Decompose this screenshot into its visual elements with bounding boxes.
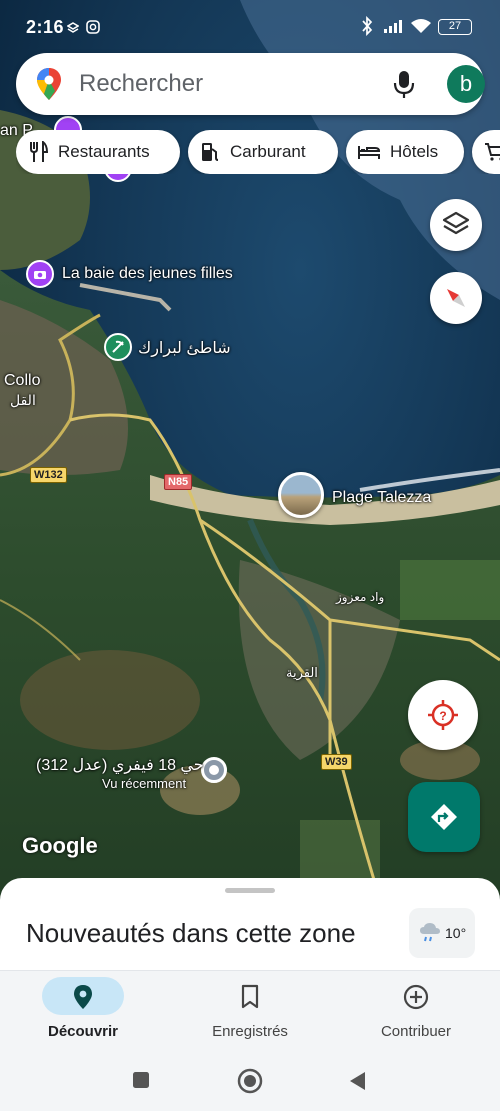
maps-pin-icon [37, 68, 61, 100]
recently-seen-marker[interactable] [201, 757, 227, 783]
battery-level: 27 [448, 20, 462, 32]
road-shield-n85: N85 [164, 474, 193, 490]
location-unknown-icon: ? [428, 700, 458, 730]
weather-chip[interactable]: 10° [409, 908, 475, 958]
sheet-title: Nouveautés dans cette zone [26, 918, 356, 948]
nav-label-contribute: Contribuer [380, 1023, 452, 1040]
search-bar[interactable]: Rechercher b [16, 53, 485, 115]
nav-saved[interactable]: Enregistrés [167, 971, 333, 1051]
bottom-sheet[interactable]: Nouveautés dans cette zone 10° [0, 878, 500, 978]
battery-indicator: 27 [438, 19, 472, 35]
chip-label-restaurants: Restaurants [58, 142, 150, 161]
my-location-button[interactable]: ? [408, 680, 478, 750]
nav-label-discover: Découvrir [47, 1023, 119, 1040]
chip-restaurants[interactable]: Restaurants [16, 130, 180, 174]
map-label-wad-ar: واد معزوز [336, 590, 385, 604]
fork-knife-icon [30, 141, 48, 162]
status-bar: 2:16 27 [0, 0, 500, 54]
map-label-plage[interactable]: Plage Talezza [332, 489, 431, 507]
directions-button[interactable] [408, 782, 480, 852]
wifi-icon [411, 19, 431, 33]
map-label-residence[interactable]: حي 18 فيفري (عدل 312) [36, 755, 204, 775]
recents-square-icon[interactable] [131, 1070, 151, 1090]
weather-temperature: 10° [445, 925, 467, 941]
map-label-seen: Vu récemment [102, 776, 187, 791]
camera-poi-icon[interactable] [26, 260, 54, 288]
location-pin-icon [74, 985, 92, 1009]
bookmark-icon [241, 984, 259, 1009]
chip-label-hotels: Hôtels [390, 142, 439, 161]
road-shield-w39: W39 [321, 754, 352, 770]
weather-rain-icon [420, 923, 440, 942]
nav-discover[interactable]: Découvrir [0, 971, 166, 1051]
system-navigation-bar [0, 1050, 500, 1111]
map-label-baie[interactable]: La baie des jeunes filles [62, 265, 233, 283]
microphone-icon[interactable] [392, 70, 416, 100]
beach-poi-icon[interactable] [104, 333, 132, 361]
chip-label-carburant: Carburant [230, 142, 306, 161]
map-label-village-ar: القرية [286, 665, 318, 680]
chip-shopping[interactable] [472, 130, 500, 174]
map-label-collo-ar: القل [10, 392, 36, 408]
instagram-icon [86, 20, 100, 34]
nav-contribute[interactable]: Contribuer [333, 971, 499, 1051]
map-label-collo[interactable]: Collo [4, 372, 40, 390]
bottom-navigation: Découvrir Enregistrés Contribuer [0, 970, 500, 1050]
fuel-pump-icon [202, 143, 219, 161]
road-shield-w132: W132 [30, 467, 67, 483]
sheet-drag-handle[interactable] [225, 888, 275, 893]
svg-text:?: ? [439, 709, 446, 723]
plage-photo-marker[interactable] [278, 472, 324, 518]
bluetooth-icon [362, 16, 373, 36]
status-time: 2:16 [26, 17, 65, 37]
account-avatar[interactable]: b [447, 65, 485, 103]
chip-hotels[interactable]: Hôtels [346, 130, 464, 174]
map-label-beach-ar[interactable]: شاطئ لبرارك [138, 338, 231, 358]
search-input[interactable]: Rechercher [79, 70, 203, 98]
data-saver-icon [67, 22, 79, 33]
home-circle-icon[interactable] [237, 1068, 263, 1094]
category-chips: Restaurants Carburant Hôtels [16, 130, 500, 174]
chip-carburant[interactable]: Carburant [188, 130, 338, 174]
cart-icon [485, 143, 500, 161]
directions-icon [431, 804, 457, 830]
compass-button[interactable] [430, 272, 482, 324]
compass-icon [447, 289, 465, 307]
nav-label-saved: Enregistrés [212, 1023, 288, 1040]
google-logo: Google [22, 833, 98, 858]
add-circle-icon [403, 984, 429, 1010]
signal-icon [384, 20, 402, 33]
layers-button[interactable] [430, 199, 482, 251]
back-triangle-icon[interactable] [347, 1070, 367, 1092]
layers-icon [442, 211, 470, 235]
bed-icon [358, 146, 380, 159]
